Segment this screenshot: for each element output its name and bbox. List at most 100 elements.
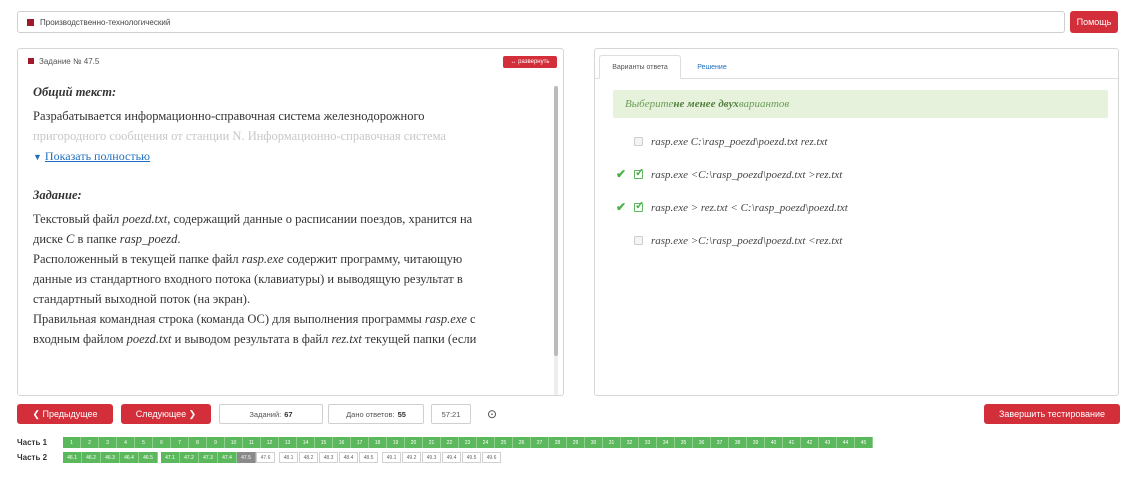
part-2-row: Часть 2 46.1 46.2 46.3 46.4 46.5 47.1 47.2 47.3… [17,452,502,463]
question-nav-cell[interactable]: 47.4 [218,452,237,463]
scrollbar-thumb[interactable] [554,86,558,356]
question-nav-cell[interactable]: 49.1 [382,452,401,463]
question-nav-cell[interactable]: 39 [747,437,765,448]
timer: 57:21 [431,404,471,424]
question-nav-cell[interactable]: 28 [549,437,567,448]
question-nav-cell[interactable]: 17 [351,437,369,448]
question-nav-cell[interactable]: 20 [405,437,423,448]
prev-button[interactable]: ❮ Предыдущее [17,404,113,424]
finish-test-button[interactable]: Завершить тестирование [984,404,1120,424]
answer-checkbox[interactable] [634,236,643,245]
question-nav-cell[interactable]: 12 [261,437,279,448]
task-text-line: Расположенный в текущей папке файл rasp.… [33,252,463,266]
question-nav-cell[interactable]: 7 [171,437,189,448]
answer-checkbox[interactable] [634,137,643,146]
question-nav-cell[interactable]: 19 [387,437,405,448]
show-more-row[interactable]: ▼ Показать полностью [33,146,548,167]
question-nav-cell[interactable]: 27 [531,437,549,448]
question-nav-cell[interactable]: 46.2 [82,452,101,463]
question-nav-cell[interactable]: 26 [513,437,531,448]
question-nav-cell[interactable]: 9 [207,437,225,448]
question-nav-cell[interactable]: 48.2 [299,452,318,463]
question-nav-cell[interactable]: 8 [189,437,207,448]
general-text-line-faded: пригородного сообщения от станции N. Инф… [33,129,446,143]
question-nav-cell[interactable]: 46.1 [63,452,82,463]
task-text-line: входным файлом poezd.txt и выводом резул… [33,332,477,346]
question-nav-cell[interactable]: 5 [135,437,153,448]
question-nav-cell[interactable]: 46.5 [139,452,158,463]
question-nav-cell[interactable]: 49.3 [422,452,441,463]
task-heading: Задание: [33,188,82,202]
answer-option[interactable]: rasp.exe >C:\rasp_poezd\poezd.txt <rez.t… [613,224,1093,257]
question-nav-cell[interactable]: 45 [855,437,873,448]
question-nav-cell[interactable]: 2 [81,437,99,448]
clock-icon[interactable]: ⊙ [478,404,506,424]
part-label: Часть 2 [17,453,48,462]
general-text-line: Разрабатывается информационно-справочная… [33,109,425,123]
task-scrollbar[interactable] [554,86,558,395]
answer-checkbox[interactable] [634,166,644,179]
tab-answers[interactable]: Варианты ответа [599,55,681,79]
question-nav-cell[interactable]: 37 [711,437,729,448]
answer-option[interactable]: ✔ rasp.exe > rez.txt < C:\rasp_poezd\poez… [613,191,1093,224]
question-nav-cell[interactable]: 43 [819,437,837,448]
question-nav-cell[interactable]: 1 [63,437,81,448]
answer-option[interactable]: ✔ rasp.exe <C:\rasp_poezd\poezd.txt >rez.… [613,158,1093,191]
answer-option-text: rasp.exe <C:\rasp_poezd\poezd.txt >rez.t… [651,168,843,181]
question-nav-cell[interactable]: 35 [675,437,693,448]
question-nav-cell[interactable]: 31 [603,437,621,448]
question-nav-cell[interactable]: 38 [729,437,747,448]
question-nav-cell[interactable]: 15 [315,437,333,448]
question-nav-cell[interactable]: 24 [477,437,495,448]
question-nav-cell[interactable]: 11 [243,437,261,448]
question-nav-cell[interactable]: 3 [99,437,117,448]
question-nav-cell[interactable]: 48.5 [359,452,378,463]
part-2-cells: 46.1 46.2 46.3 46.4 46.5 47.1 47.2 47.3 47.4 47.5… [63,452,502,463]
question-nav-cell[interactable]: 47.2 [180,452,199,463]
question-nav-cell[interactable]: 4 [117,437,135,448]
question-nav-cell[interactable]: 32 [621,437,639,448]
question-nav-cell[interactable]: 46.4 [120,452,139,463]
question-nav-cell[interactable]: 47.1 [161,452,180,463]
question-nav-cell[interactable]: 16 [333,437,351,448]
expand-button[interactable]: ↔ развернуть [503,56,557,68]
answer-option[interactable]: rasp.exe C:\rasp_poezd\poezd.txt rez.txt [613,125,1093,158]
question-nav-cell[interactable]: 14 [297,437,315,448]
help-button[interactable]: Помощь [1070,11,1118,33]
question-nav-cell[interactable]: 23 [459,437,477,448]
question-nav-cell[interactable]: 30 [585,437,603,448]
question-nav-cell[interactable]: 13 [279,437,297,448]
question-nav-cell[interactable]: 29 [567,437,585,448]
next-button[interactable]: Следующее ❯ [121,404,211,424]
answer-checkbox[interactable] [634,199,644,212]
question-nav-cell[interactable]: 47.5 [237,452,256,463]
question-nav-cell[interactable]: 47.3 [199,452,218,463]
question-nav-cell[interactable]: 34 [657,437,675,448]
question-nav-cell[interactable]: 46.3 [101,452,120,463]
question-nav-cell[interactable]: 10 [225,437,243,448]
question-nav-cell[interactable]: 41 [783,437,801,448]
question-nav-cell[interactable]: 40 [765,437,783,448]
question-nav-cell[interactable]: 18 [369,437,387,448]
question-nav-cell[interactable]: 49.5 [462,452,481,463]
question-nav-cell[interactable]: 44 [837,437,855,448]
question-nav-cell[interactable]: 6 [153,437,171,448]
question-nav-cell[interactable]: 47.6 [256,452,275,463]
question-nav-cell[interactable]: 49.4 [442,452,461,463]
question-nav-cell[interactable]: 42 [801,437,819,448]
question-nav-cell[interactable]: 36 [693,437,711,448]
question-nav-cell[interactable]: 21 [423,437,441,448]
section-selector[interactable]: Производственно-технологический [17,11,1065,33]
question-nav-cell[interactable]: 49.2 [402,452,421,463]
correct-check-icon: ✔ [616,167,627,181]
tab-solution[interactable]: Решение [687,55,737,79]
question-nav-cell[interactable]: 48.1 [279,452,298,463]
question-nav-cell[interactable]: 48.3 [319,452,338,463]
question-nav-cell[interactable]: 25 [495,437,513,448]
question-nav-cell[interactable]: 49.6 [482,452,501,463]
show-more-link[interactable]: Показать полностью [45,149,150,163]
question-nav-cell[interactable]: 22 [441,437,459,448]
task-body: Общий текст: Разрабатывается информацион… [33,82,548,349]
question-nav-cell[interactable]: 33 [639,437,657,448]
question-nav-cell[interactable]: 48.4 [339,452,358,463]
